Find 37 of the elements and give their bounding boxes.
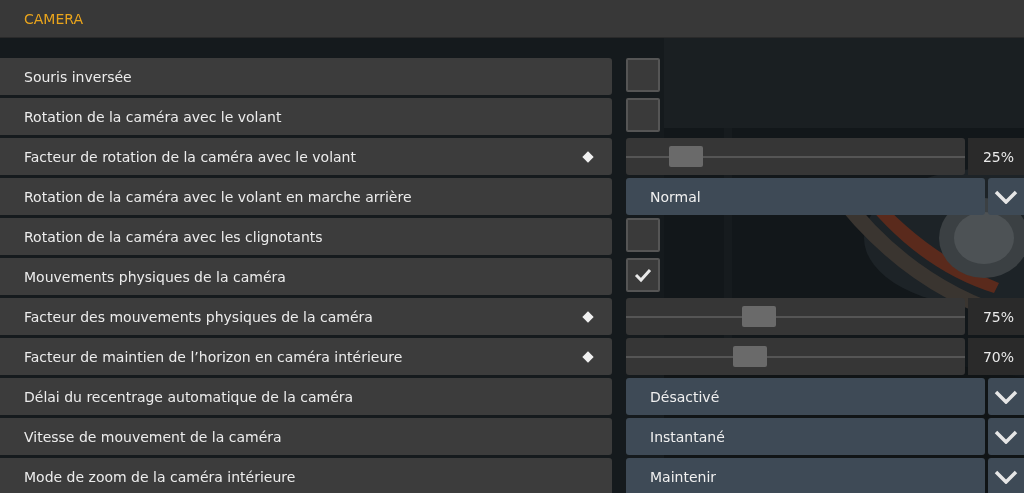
slider[interactable] bbox=[626, 298, 965, 335]
setting-label: Rotation de la caméra avec les clignotants bbox=[24, 228, 323, 245]
chevron-button[interactable] bbox=[988, 418, 1024, 455]
section-title: CAMERA bbox=[24, 10, 83, 27]
slider-thumb[interactable] bbox=[741, 306, 776, 327]
setting-label: Mouvements physiques de la caméra bbox=[24, 268, 286, 285]
chevron-button[interactable] bbox=[988, 458, 1024, 493]
setting-label: Facteur de maintien de l’horizon en caméra intérieure bbox=[24, 348, 403, 365]
checkbox[interactable] bbox=[626, 218, 660, 252]
checkbox[interactable] bbox=[626, 58, 660, 92]
setting-label: Facteur de rotation de la caméra avec le volant bbox=[24, 148, 356, 165]
setting-label: Souris inversée bbox=[24, 68, 132, 85]
slider-thumb[interactable] bbox=[668, 146, 703, 167]
chevron-down-icon bbox=[994, 429, 1018, 444]
chevron-down-icon bbox=[994, 189, 1018, 204]
slider[interactable] bbox=[626, 338, 965, 375]
slider-value: 70% bbox=[968, 338, 1024, 375]
slider-value: 25% bbox=[968, 138, 1024, 175]
setting-label: Facteur des mouvements physiques de la caméra bbox=[24, 308, 373, 325]
chevron-button[interactable] bbox=[988, 178, 1024, 215]
setting-label: Délai du recentrage automatique de la caméra bbox=[24, 388, 354, 405]
dropdown[interactable]: Normal bbox=[626, 178, 985, 215]
setting-label: Mode de zoom de la caméra intérieure bbox=[24, 468, 296, 485]
slider-value: 75% bbox=[968, 298, 1024, 335]
checkbox[interactable] bbox=[626, 98, 660, 132]
dropdown[interactable]: Désactivé bbox=[626, 378, 985, 415]
setting-label: Rotation de la caméra avec le volant bbox=[24, 108, 282, 125]
chevron-button[interactable] bbox=[988, 378, 1024, 415]
setting-label: Rotation de la caméra avec le volant en marche arrière bbox=[24, 188, 412, 205]
dropdown[interactable]: Instantané bbox=[626, 418, 985, 455]
slider[interactable] bbox=[626, 138, 965, 175]
chevron-down-icon bbox=[994, 389, 1018, 404]
chevron-down-icon bbox=[994, 469, 1018, 484]
dropdown[interactable]: Maintenir bbox=[626, 458, 985, 493]
slider-thumb[interactable] bbox=[732, 346, 767, 367]
setting-label: Vitesse de mouvement de la caméra bbox=[24, 428, 282, 445]
checkbox[interactable] bbox=[626, 258, 660, 292]
